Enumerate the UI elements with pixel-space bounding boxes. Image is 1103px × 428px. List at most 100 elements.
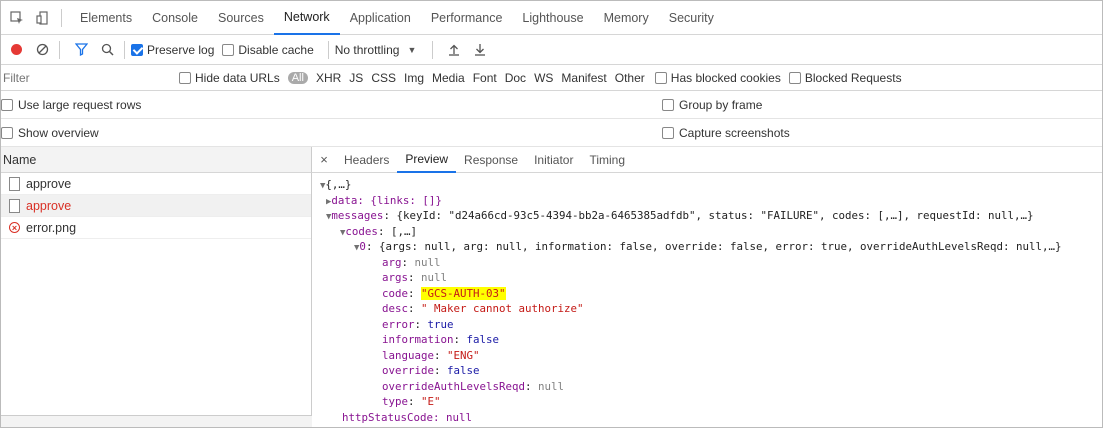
show-overview-label: Show overview — [18, 125, 99, 140]
tree-field-row[interactable]: args: null — [320, 270, 1102, 286]
type-filter-img[interactable]: Img — [400, 71, 428, 85]
type-filter-manifest[interactable]: Manifest — [557, 71, 610, 85]
checkbox-unchecked-icon — [788, 71, 801, 84]
tree-node-data[interactable]: ▶data: {links: []} — [320, 193, 1102, 209]
tree-node-code-item[interactable]: ▼0: {args: null, arg: null, information:… — [320, 239, 1102, 255]
error-icon: × — [9, 222, 20, 233]
close-icon[interactable]: × — [312, 152, 336, 167]
record-icon[interactable] — [5, 44, 27, 55]
request-name: approve — [26, 198, 72, 213]
toolbar-separator — [59, 40, 60, 59]
field-value: null — [421, 271, 448, 284]
request-row[interactable]: × error.png — [1, 217, 311, 239]
clear-icon[interactable] — [31, 43, 53, 56]
dropdown-arrow-icon[interactable]: ▼ — [407, 45, 416, 55]
document-icon — [9, 198, 20, 213]
tab-application[interactable]: Application — [340, 1, 421, 35]
type-filter-doc[interactable]: Doc — [501, 71, 530, 85]
group-by-frame-checkbox[interactable]: Group by frame — [662, 98, 762, 112]
tab-memory[interactable]: Memory — [594, 1, 659, 35]
tree-field-row[interactable]: arg: null — [320, 255, 1102, 271]
large-rows-checkbox[interactable]: Use large request rows — [1, 98, 141, 112]
field-value: null — [538, 379, 565, 393]
request-name: approve — [26, 176, 72, 191]
show-overview-checkbox[interactable]: Show overview — [1, 126, 99, 140]
tree-field-row[interactable]: override: false — [320, 363, 1102, 379]
tab-headers[interactable]: Headers — [336, 147, 397, 173]
field-key: desc — [382, 302, 409, 315]
type-filter-font[interactable]: Font — [469, 71, 501, 85]
type-filter-media[interactable]: Media — [428, 71, 469, 85]
field-key: language — [382, 348, 435, 362]
import-har-icon[interactable] — [443, 43, 465, 56]
inspect-element-icon[interactable] — [7, 8, 27, 28]
tree-field-row[interactable]: language: "ENG" — [320, 348, 1102, 364]
filter-icon[interactable] — [70, 43, 92, 56]
tab-response[interactable]: Response — [456, 147, 526, 173]
tree-field-row[interactable]: overrideAuthLevelsReqd: null — [320, 379, 1102, 395]
tab-security[interactable]: Security — [659, 1, 724, 35]
tab-console[interactable]: Console — [142, 1, 208, 35]
export-har-icon[interactable] — [469, 43, 491, 56]
hide-data-urls-checkbox[interactable]: Hide data URLs — [179, 71, 280, 85]
toolbar-separator — [124, 40, 125, 59]
field-key: type — [382, 395, 409, 408]
tab-network[interactable]: Network — [273, 1, 340, 35]
search-icon[interactable] — [96, 43, 118, 56]
preserve-log-label: Preserve log — [147, 42, 215, 57]
checkbox-unchecked-icon — [222, 43, 235, 56]
tree-field-row[interactable]: desc: " Maker cannot authorize" — [320, 301, 1102, 317]
checkbox-unchecked-icon — [662, 126, 674, 139]
tab-initiator[interactable]: Initiator — [526, 147, 581, 173]
tree-node-codes[interactable]: ▼codes: [,…] — [320, 224, 1102, 240]
tree-node-root[interactable]: ▼{,…} — [320, 177, 1102, 193]
document-icon — [9, 176, 20, 191]
has-blocked-cookies-label: Has blocked cookies — [670, 70, 781, 85]
tab-sources[interactable]: Sources — [208, 1, 274, 35]
throttling-select[interactable]: No throttling — [335, 43, 400, 57]
field-value: false — [447, 364, 480, 377]
filter-bar: Hide data URLs All XHR JS CSS Img Media … — [1, 65, 1102, 91]
tree-node-messages[interactable]: ▼messages: {keyId: "d24a66cd-93c5-4394-b… — [320, 208, 1102, 224]
filter-input[interactable] — [1, 67, 171, 88]
preserve-log-checkbox[interactable]: Preserve log — [131, 43, 214, 57]
name-column-header[interactable]: Name — [1, 147, 312, 173]
field-key: error — [382, 317, 415, 331]
field-key: code — [382, 286, 409, 300]
type-filter-all[interactable]: All — [287, 71, 308, 84]
toolbar-separator — [432, 40, 434, 59]
type-filter-js[interactable]: JS — [345, 71, 367, 85]
field-key: information — [382, 333, 454, 346]
disable-cache-checkbox[interactable]: Disable cache — [222, 42, 314, 57]
device-toolbar-icon[interactable] — [33, 8, 53, 28]
tree-field-row[interactable]: type: "E" — [320, 394, 1102, 410]
type-filter-xhr[interactable]: XHR — [312, 71, 345, 85]
request-list: approve approve × error.png — [1, 173, 312, 427]
tab-timing[interactable]: Timing — [581, 147, 633, 173]
tree-field-row[interactable]: information: false — [320, 332, 1102, 348]
tree-field-row[interactable]: error: true — [320, 317, 1102, 333]
devtools-window: Elements Console Sources Network Applica… — [0, 0, 1103, 428]
capture-screenshots-checkbox[interactable]: Capture screenshots — [662, 126, 790, 140]
type-filter-css[interactable]: CSS — [367, 71, 400, 85]
has-blocked-cookies-checkbox[interactable]: Has blocked cookies — [654, 70, 781, 85]
type-filter-ws[interactable]: WS — [530, 71, 557, 85]
checkbox-unchecked-icon — [179, 71, 191, 84]
response-preview: ▼{,…} ▶data: {links: []} ▼messages: {key… — [312, 173, 1102, 427]
disable-cache-label: Disable cache — [238, 42, 314, 57]
tab-preview[interactable]: Preview — [397, 147, 457, 173]
request-row[interactable]: approve — [1, 195, 311, 217]
request-name: error.png — [26, 220, 77, 235]
request-summary-bar — [1, 415, 312, 427]
request-row[interactable]: approve — [1, 173, 311, 195]
field-value: " Maker cannot authorize" — [421, 302, 584, 315]
tab-performance[interactable]: Performance — [421, 1, 513, 35]
code-item-fields: arg: null args: null code: "GCS-AUTH-03" de… — [320, 255, 1102, 410]
tree-field-row[interactable]: code: "GCS-AUTH-03" — [320, 286, 1102, 302]
checkbox-unchecked-icon — [662, 98, 674, 111]
blocked-requests-checkbox[interactable]: Blocked Requests — [788, 71, 902, 85]
tab-lighthouse[interactable]: Lighthouse — [512, 1, 593, 35]
tab-separator — [61, 8, 62, 27]
tab-elements[interactable]: Elements — [70, 1, 142, 35]
type-filter-other[interactable]: Other — [611, 71, 649, 85]
